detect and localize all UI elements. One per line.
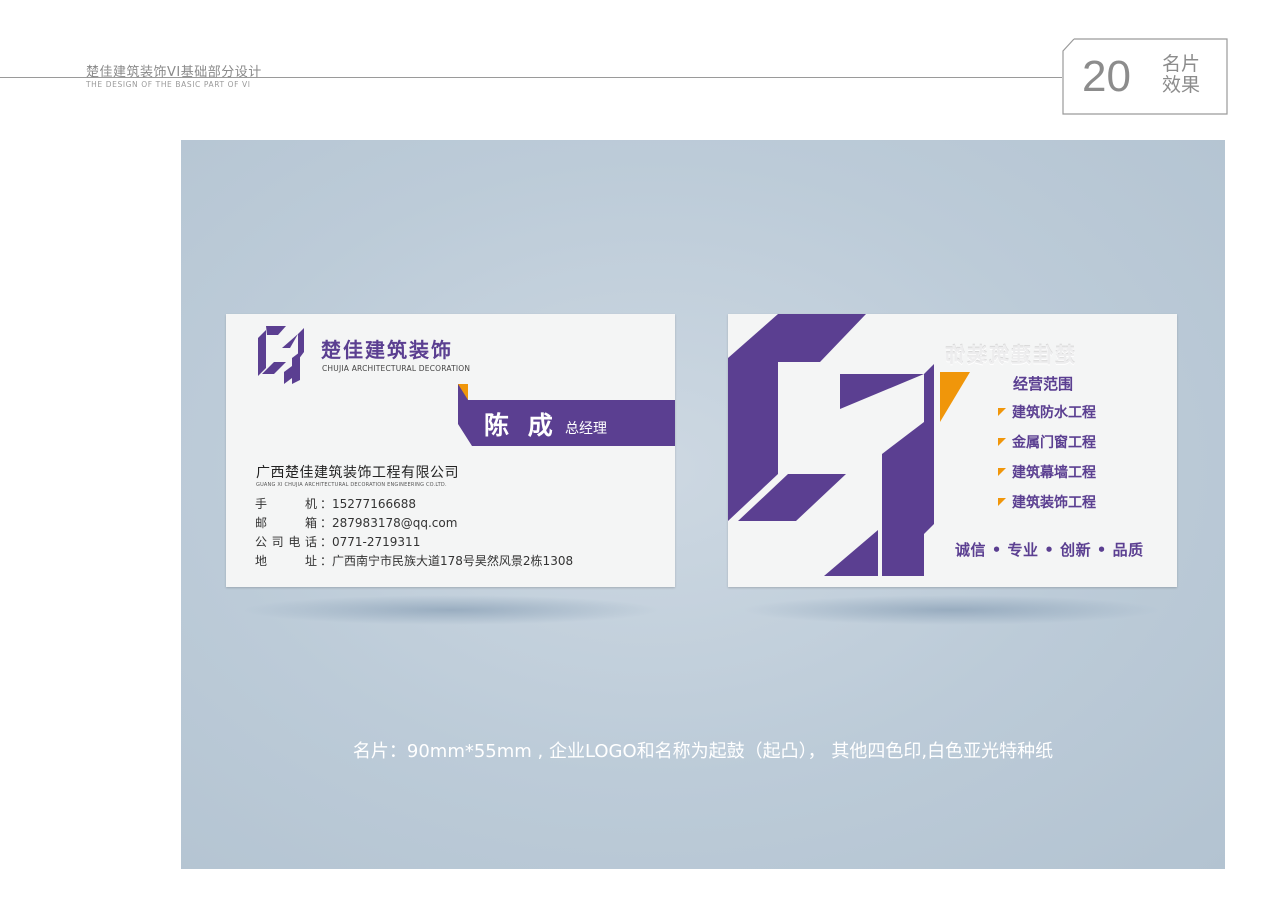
business-card-front: 楚佳建筑装饰 CHUJIA ARCHITECTURAL DECORATION 陈… — [226, 314, 675, 587]
contact-row: 公司电话： 0771-2719311 — [255, 533, 573, 552]
spec-caption: 名片：90mm*55mm , 企业LOGO和名称为起鼓（起凸）， 其他四色印,白… — [352, 741, 1054, 762]
contact-value: 0771-2719311 — [332, 535, 421, 549]
orange-bullet-icon — [998, 498, 1006, 506]
brand-name: 楚佳建筑装饰 — [321, 338, 453, 362]
brand-values: 诚信 • 专业 • 创新 • 品质 — [955, 541, 1144, 559]
document-subtitle: THE DESIGN OF THE BASIC PART OF VI — [86, 80, 251, 89]
scope-item: 建筑幕墙工程 — [998, 462, 1096, 492]
contact-value: 15277166688 — [332, 497, 416, 511]
contact-row: 邮箱： 287983178@qq.com — [255, 514, 573, 533]
section-label-line1: 名片 — [1162, 53, 1201, 75]
page-marker: 20 名片 效果 — [1062, 38, 1228, 115]
embossed-brand: 楚佳建筑装饰 — [943, 343, 1075, 367]
scope-item: 建筑装饰工程 — [998, 492, 1096, 522]
back-card-shadow — [741, 595, 1161, 625]
person-title: 总经理 — [565, 421, 607, 437]
page-number: 20 — [1082, 52, 1131, 101]
contact-row: 手机： 15277166688 — [255, 495, 573, 514]
brand-name-en: CHUJIA ARCHITECTURAL DECORATION — [322, 364, 471, 373]
brand-logo-icon — [258, 326, 304, 384]
front-card-shadow — [241, 595, 661, 625]
orange-bullet-icon — [998, 408, 1006, 416]
scope-item: 建筑防水工程 — [998, 402, 1096, 432]
section-label-line2: 效果 — [1162, 74, 1201, 96]
contact-label: 公司电话 — [255, 535, 317, 549]
mockup-panel: 楚佳建筑装饰 CHUJIA ARCHITECTURAL DECORATION 陈… — [181, 140, 1225, 869]
contact-list: 手机： 15277166688 邮箱： 287983178@qq.com 公司电… — [255, 495, 573, 571]
contact-value: 广西南宁市民族大道178号昊然风景2栋1308 — [332, 554, 574, 568]
contact-row: 地址： 广西南宁市民族大道178号昊然风景2栋1308 — [255, 552, 573, 571]
scope-list: 建筑防水工程 金属门窗工程 建筑幕墙工程 建筑装饰工程 — [998, 402, 1096, 522]
scope-title: 经营范围 — [1013, 375, 1074, 393]
contact-label: 地址 — [255, 554, 317, 568]
contact-value: 287983178@qq.com — [332, 516, 458, 530]
person-name: 陈 成 — [484, 411, 558, 440]
orange-bullet-icon — [998, 438, 1006, 446]
company-name: 广西楚佳建筑装饰工程有限公司 — [256, 465, 459, 481]
section-label: 名片 效果 — [1162, 54, 1214, 96]
business-card-back: 楚佳建筑装饰 经营范围 建筑防水工程 金属门窗工程 建筑幕墙工程 建筑装饰工程 … — [728, 314, 1177, 587]
contact-label: 邮箱 — [255, 516, 317, 530]
contact-label: 手机 — [255, 497, 317, 511]
scope-item: 金属门窗工程 — [998, 432, 1096, 462]
document-title: 楚佳建筑装饰VI基础部分设计 — [86, 65, 262, 80]
company-name-en: GUANG XI CHUJIA ARCHITECTURAL DECORATION… — [256, 482, 447, 488]
orange-bullet-icon — [998, 468, 1006, 476]
